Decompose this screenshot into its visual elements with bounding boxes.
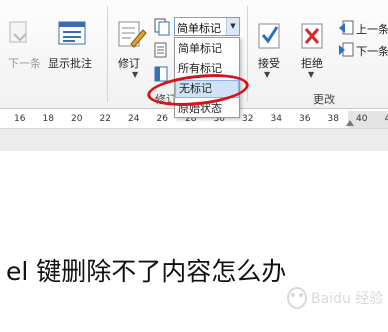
ruler-number: 26 [156, 114, 168, 124]
ruler-margin-shade [348, 111, 388, 128]
ruler-number: 32 [242, 114, 254, 124]
ruler-number: 20 [71, 114, 83, 124]
markup-icon[interactable] [154, 18, 170, 40]
display-for-review-option[interactable]: 简单标记 [175, 40, 239, 58]
previous-change-button[interactable]: 上一条 [356, 21, 388, 37]
show-comments-icon [58, 20, 88, 52]
next-comment-button[interactable]: 下一条 [8, 55, 41, 71]
previous-change-icon [338, 20, 354, 40]
next-change-icon [338, 42, 354, 62]
reject-button[interactable]: 拒绝 [301, 55, 323, 71]
display-for-review-value: 简单标记 [177, 22, 221, 35]
display-for-review-select[interactable]: 简单标记 ▼ [174, 17, 240, 36]
ruler-number: 42 [384, 114, 388, 124]
accept-button[interactable]: 接受 [258, 55, 280, 71]
ruler-number: 36 [299, 114, 311, 124]
show-markup-icon[interactable] [154, 42, 168, 62]
chevron-down-icon[interactable]: ▼ [226, 18, 239, 35]
ruler-tab-marker-icon[interactable] [346, 120, 354, 126]
ruler-number: 38 [327, 114, 339, 124]
next-change-button[interactable]: 下一条 [356, 43, 388, 59]
track-changes-button[interactable]: 修订 [118, 55, 140, 71]
track-changes-icon [117, 20, 147, 54]
baidu-watermark-logo: Baidu 经验 [283, 278, 383, 322]
accept-dropdown-icon[interactable]: ▼ [264, 70, 270, 79]
ruler-number: 22 [99, 114, 111, 124]
svg-text:Baidu 经验: Baidu 经验 [311, 291, 383, 307]
next-comment-icon [8, 20, 30, 50]
changes-group-label: 更改 [313, 93, 335, 106]
ruler-number: 34 [270, 114, 282, 124]
group-separator [107, 6, 108, 102]
ruler-number: 24 [128, 114, 140, 124]
reject-dropdown-icon[interactable]: ▼ [308, 70, 314, 79]
document-text[interactable]: el 键删除不了内容怎么办 [6, 252, 286, 288]
ruler-number: 40 [356, 114, 368, 124]
accept-icon [258, 21, 282, 53]
show-comments-button[interactable]: 显示批注 [48, 55, 92, 71]
page-gap [0, 129, 388, 151]
track-changes-dropdown-icon[interactable]: ▼ [132, 70, 138, 79]
ruler-number: 18 [42, 114, 54, 124]
ruler-number: 16 [14, 114, 26, 124]
reject-icon [301, 21, 325, 53]
